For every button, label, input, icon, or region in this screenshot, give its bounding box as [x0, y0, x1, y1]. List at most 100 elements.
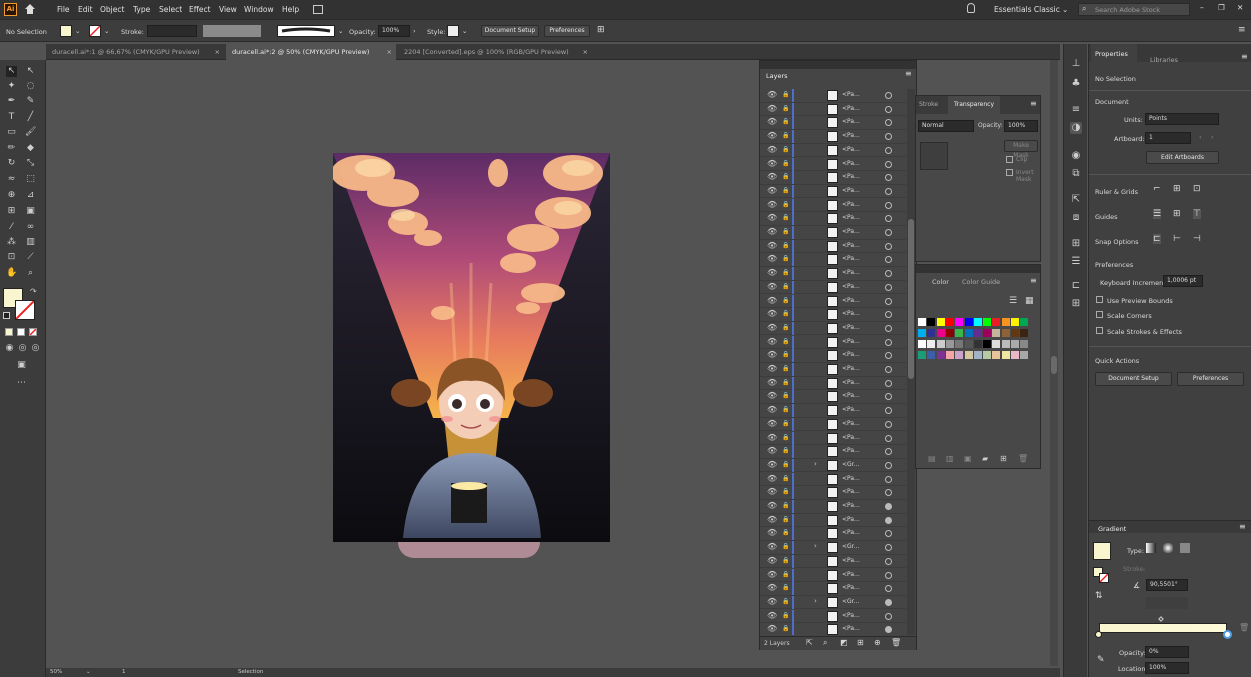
target-circle-icon[interactable]	[885, 585, 892, 593]
none-mode-icon[interactable]	[29, 328, 37, 336]
lock-icon[interactable]: 🔒	[782, 557, 789, 564]
visibility-eye-icon[interactable]: 👁	[767, 131, 777, 140]
screen-mode-icon[interactable]: ▣	[16, 360, 27, 371]
make-clipping-mask-icon[interactable]: ◩	[840, 638, 848, 647]
layer-row[interactable]: 👁 🔒 <Pa...	[760, 184, 906, 199]
scale-corners-checkbox[interactable]	[1096, 311, 1103, 318]
target-circle-icon[interactable]	[885, 215, 892, 223]
stroke-weight-field[interactable]	[147, 25, 197, 37]
opacity-chevron-icon[interactable]: ›	[413, 27, 416, 35]
layer-row[interactable]: 👁 🔒 <Pa...	[760, 102, 906, 117]
gradient-stop-left[interactable]	[1095, 631, 1102, 638]
delete-layer-icon[interactable]: 🗑	[891, 638, 901, 647]
visibility-eye-icon[interactable]: 👁	[767, 200, 777, 209]
tab-properties[interactable]: Properties	[1091, 44, 1137, 62]
rotate-tool-icon[interactable]: ↻	[6, 158, 17, 169]
eyedropper-icon[interactable]: ✎	[1097, 655, 1105, 665]
layer-row[interactable]: 👁 🔒 <Pa...	[760, 582, 906, 596]
zoom-chevron-icon[interactable]: ⌄	[86, 669, 91, 675]
visibility-eye-icon[interactable]: 👁	[767, 159, 777, 168]
layer-name[interactable]: <Pa...	[842, 214, 860, 221]
layer-name[interactable]: <Pa...	[842, 365, 860, 372]
pencil-tool-icon[interactable]: ✏	[6, 143, 17, 154]
artboard-tool-icon[interactable]: ⊡	[6, 252, 17, 263]
show-swatch-kinds-icon[interactable]: ▥	[946, 454, 954, 463]
color-swatch[interactable]	[918, 351, 926, 359]
vertical-scrollbar[interactable]	[1050, 60, 1058, 666]
layer-name[interactable]: <Pa...	[842, 132, 860, 139]
workspace-chevron-icon[interactable]: ⌄	[1062, 5, 1068, 14]
default-colors-icon[interactable]	[3, 312, 10, 319]
slice-tool-icon[interactable]: ⟋	[25, 252, 36, 263]
direct-selection-tool-icon[interactable]: ↖	[25, 66, 36, 77]
units-select[interactable]: Points	[1145, 113, 1219, 125]
lock-icon[interactable]: 🔒	[782, 625, 789, 632]
layer-row[interactable]: 👁 🔒 <Pa...	[760, 376, 906, 391]
color-swatch[interactable]	[973, 329, 982, 337]
target-circle-icon[interactable]	[885, 571, 892, 579]
color-swatch[interactable]	[1020, 351, 1029, 359]
gradient-stop-right[interactable]	[1223, 630, 1232, 639]
visibility-eye-icon[interactable]: 👁	[767, 405, 777, 414]
target-circle-icon[interactable]	[885, 187, 892, 195]
blend-tool-icon[interactable]: ∞	[25, 222, 36, 233]
gradient-location-field[interactable]: 100%	[1145, 662, 1189, 674]
eyedropper-tool-icon[interactable]: ⁄	[6, 222, 17, 233]
artboards-icon[interactable]: ⧈	[1070, 212, 1082, 224]
color-swatch[interactable]	[936, 329, 945, 337]
edit-artboards-button[interactable]: Edit Artboards	[1146, 151, 1219, 164]
layer-row[interactable]: 👁 🔒 <Pa...	[760, 335, 906, 350]
target-circle-icon[interactable]	[885, 366, 892, 373]
lock-icon[interactable]: 🔒	[782, 612, 789, 619]
menu-object[interactable]: Object	[100, 5, 124, 14]
color-swatch[interactable]	[1001, 351, 1010, 359]
layer-row[interactable]: 👁 🔒 <Pa...	[760, 239, 906, 254]
layer-name[interactable]: <Pa...	[842, 379, 860, 386]
lock-icon[interactable]: 🔒	[782, 228, 789, 235]
radial-gradient-icon[interactable]	[1163, 543, 1173, 553]
color-swatch[interactable]	[1011, 340, 1019, 348]
panel-menu-icon[interactable]: ≡	[1241, 52, 1248, 61]
layer-row[interactable]: 👁 🔒 <Pa...	[760, 445, 906, 459]
color-swatch[interactable]	[918, 318, 926, 326]
layer-name[interactable]: <Pa...	[842, 242, 860, 249]
lock-icon[interactable]: 🔒	[782, 351, 789, 358]
color-mode-icon[interactable]	[5, 328, 13, 336]
visibility-eye-icon[interactable]: 👁	[767, 323, 777, 332]
grid-icon[interactable]: ⊞	[1173, 184, 1181, 194]
magic-wand-tool-icon[interactable]: ✦	[6, 81, 17, 92]
layer-name[interactable]: <Gr...	[842, 598, 859, 605]
tab-duracell-2[interactable]: duracell.ai*:2 @ 50% (CMYK/GPU Preview) ×	[226, 44, 396, 60]
target-circle-icon[interactable]	[885, 105, 892, 113]
tab-close-icon[interactable]: ×	[215, 44, 220, 60]
align-icon[interactable]: ≡	[1070, 104, 1082, 116]
visibility-eye-icon[interactable]: 👁	[767, 296, 777, 305]
color-swatch[interactable]	[1020, 329, 1029, 337]
layer-name[interactable]: <Gr...	[842, 543, 859, 550]
visibility-eye-icon[interactable]: 👁	[767, 227, 777, 236]
layers-menu-icon[interactable]: ≡	[905, 69, 912, 78]
document-setup-button[interactable]: Document Setup	[481, 25, 539, 37]
layer-name[interactable]: <Pa...	[842, 516, 860, 523]
new-sublayer-icon[interactable]: ⊞	[857, 638, 864, 647]
layer-row[interactable]: 👁 🔒 <Pa...	[760, 321, 906, 336]
layer-name[interactable]: <Pa...	[842, 297, 860, 304]
target-circle-icon[interactable]	[885, 420, 892, 428]
target-circle-icon[interactable]	[885, 160, 892, 168]
target-circle-icon[interactable]	[885, 297, 892, 305]
lock-icon[interactable]: 🔒	[782, 420, 789, 427]
rectangle-tool-icon[interactable]: ▭	[6, 127, 17, 138]
lock-icon[interactable]: 🔒	[782, 105, 789, 112]
lightbulb-icon[interactable]	[967, 3, 975, 13]
lock-icon[interactable]: 🔒	[782, 310, 789, 317]
fill-swatch[interactable]	[60, 25, 72, 37]
maximize-button[interactable]: ❐	[1218, 3, 1225, 12]
eraser-tool-icon[interactable]: ◆	[25, 143, 36, 154]
color-swatch[interactable]	[1011, 351, 1019, 359]
layer-row[interactable]: 👁 🔒 <Pa...	[760, 198, 906, 213]
target-circle-icon[interactable]	[885, 133, 892, 141]
quick-preferences-button[interactable]: Preferences	[1177, 372, 1244, 386]
color-swatch[interactable]	[955, 329, 964, 337]
transform-icon[interactable]: ⊞	[1070, 238, 1082, 250]
layer-name[interactable]: <Pa...	[842, 529, 860, 536]
